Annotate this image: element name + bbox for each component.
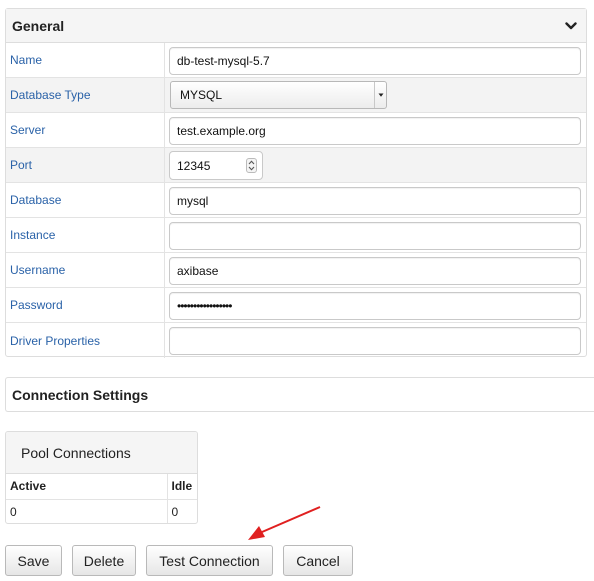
- driver-properties-input[interactable]: [169, 327, 581, 355]
- pool-idle-value: 0: [167, 499, 197, 523]
- name-label: Name: [6, 43, 165, 77]
- table-row: 0 0: [6, 499, 197, 523]
- delete-button[interactable]: Delete: [72, 545, 136, 576]
- database-row: Database mysql: [6, 183, 586, 218]
- database-type-label: Database Type: [6, 78, 165, 112]
- server-label: Server: [6, 113, 165, 147]
- password-input[interactable]: •••••••••••••••••: [169, 292, 581, 320]
- port-row: Port 12345: [6, 148, 586, 183]
- pool-table-header: Active Idle: [6, 474, 197, 500]
- connection-settings-title: Connection Settings: [12, 386, 149, 403]
- username-input[interactable]: axibase: [169, 257, 581, 285]
- pool-header-idle: Idle: [167, 474, 197, 500]
- instance-input[interactable]: [169, 222, 581, 250]
- instance-label: Instance: [6, 218, 165, 252]
- password-label: Password: [6, 288, 165, 322]
- port-value: 12345: [177, 158, 211, 173]
- pool-table: Active Idle 0 0: [6, 474, 197, 523]
- port-stepper[interactable]: 12345: [169, 151, 263, 180]
- server-row: Server test.example.org: [6, 113, 586, 148]
- spinner-icon[interactable]: [246, 158, 257, 173]
- test-connection-button[interactable]: Test Connection: [146, 545, 273, 576]
- pool-connections-title: Pool Connections: [6, 432, 197, 474]
- name-row: Name db-test-mysql-5.7: [6, 43, 586, 78]
- general-header[interactable]: General: [6, 9, 586, 43]
- port-label: Port: [6, 148, 165, 182]
- database-type-row: Database Type MYSQL: [6, 78, 586, 113]
- driver-properties-row: Driver Properties: [6, 323, 586, 358]
- save-button[interactable]: Save: [5, 545, 62, 576]
- general-title: General: [12, 17, 65, 34]
- annotation-arrow-line: [261, 506, 321, 533]
- pool-connections-panel: Pool Connections Active Idle 0 0: [5, 431, 198, 524]
- server-input[interactable]: test.example.org: [169, 117, 581, 145]
- cancel-button[interactable]: Cancel: [283, 545, 353, 576]
- username-row: Username axibase: [6, 253, 586, 288]
- chevron-down-icon[interactable]: [564, 19, 578, 33]
- name-input[interactable]: db-test-mysql-5.7: [169, 47, 581, 75]
- annotation-arrow-head: [248, 526, 265, 540]
- database-input[interactable]: mysql: [169, 187, 581, 215]
- database-type-value: MYSQL: [180, 88, 223, 102]
- database-label: Database: [6, 183, 165, 217]
- pool-header-active: Active: [6, 474, 168, 500]
- dropdown-arrow-icon[interactable]: [374, 82, 386, 108]
- general-panel: General Name db-test-mysql-5.7 Database …: [5, 8, 587, 358]
- driver-properties-label: Driver Properties: [6, 323, 165, 358]
- connection-settings-panel[interactable]: Connection Settings: [5, 377, 594, 412]
- database-type-select[interactable]: MYSQL: [170, 81, 387, 109]
- username-label: Username: [6, 253, 165, 287]
- pool-active-value: 0: [6, 499, 168, 523]
- password-row: Password •••••••••••••••••: [6, 288, 586, 323]
- instance-row: Instance: [6, 218, 586, 253]
